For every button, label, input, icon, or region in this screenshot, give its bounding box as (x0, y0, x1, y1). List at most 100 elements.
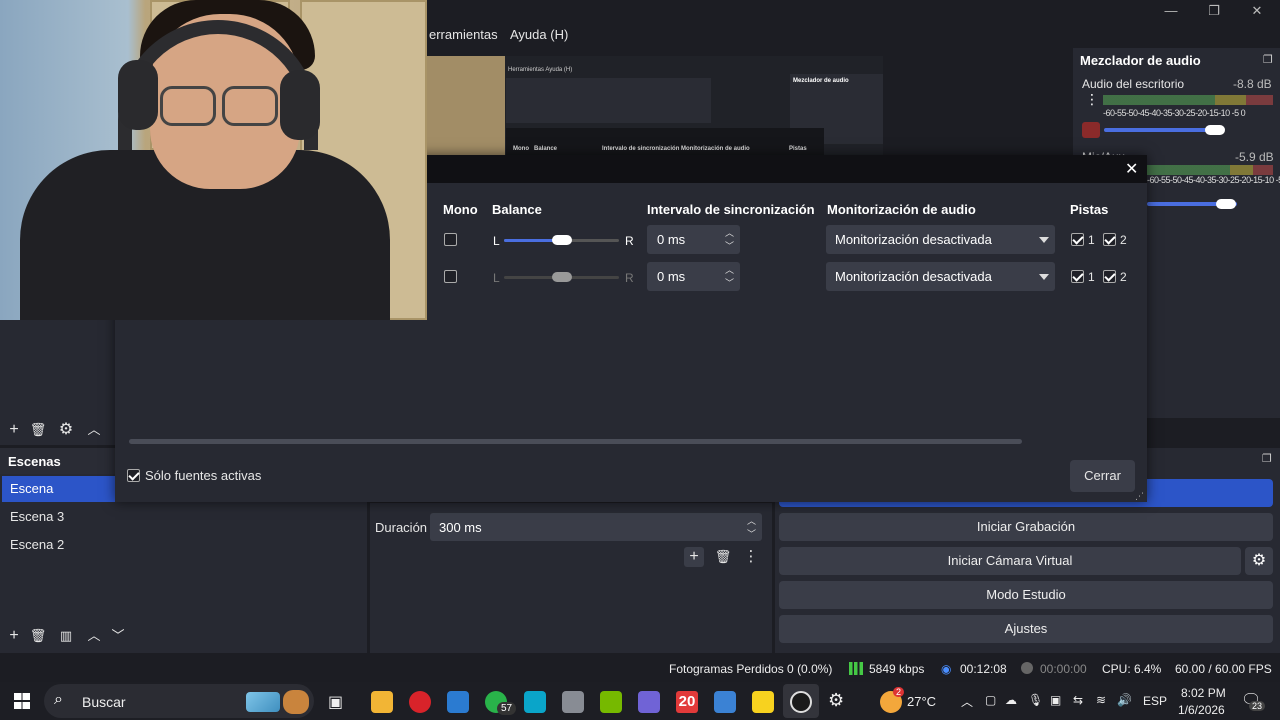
chevron-up-icon[interactable]: ︿ (84, 626, 104, 646)
search-placeholder: Buscar (82, 694, 126, 710)
only-active-sources-checkbox[interactable] (127, 469, 140, 482)
add-scene-icon[interactable]: + (4, 626, 24, 646)
horizontal-scrollbar[interactable] (129, 439, 1022, 444)
settings-gear-icon[interactable]: ⚙ (828, 690, 844, 711)
more-vertical-icon[interactable]: ⋮ (741, 547, 761, 567)
start-virtual-camera-button[interactable]: Iniciar Cámara Virtual (779, 547, 1241, 575)
monitoring-select[interactable]: Monitorización desactivada (826, 225, 1055, 254)
onedrive-icon[interactable]: ☁ (1005, 693, 1017, 707)
filter-icon[interactable]: ▥ (56, 626, 76, 646)
sync-offset-value: 0 ms (657, 232, 686, 247)
tray-chevron-up-icon[interactable]: ︿ (961, 693, 973, 710)
mute-icon[interactable] (1082, 122, 1100, 138)
dialog-close-icon[interactable]: ✕ (1125, 159, 1138, 179)
chevron-up-icon[interactable]: ︿ (84, 420, 104, 440)
preview-menu-text: Herramientas Ayuda (H) (508, 67, 573, 73)
duration-field[interactable]: 300 ms ︿ ﹀ (430, 513, 762, 541)
search-highlight-fruit[interactable] (283, 690, 309, 714)
language-indicator[interactable]: ESP (1143, 694, 1167, 708)
stepper-down-icon[interactable]: ﹀ (725, 239, 734, 252)
tray-device-icon[interactable]: ⇆ (1073, 693, 1083, 707)
add-transition-icon[interactable]: + (684, 547, 704, 567)
nvidia-icon[interactable] (600, 691, 622, 713)
start-recording-button[interactable]: Iniciar Grabación (779, 513, 1273, 541)
studio-mode-button[interactable]: Modo Estudio (779, 581, 1273, 609)
sticky-notes-icon[interactable] (752, 691, 774, 713)
balance-knob[interactable] (552, 272, 572, 282)
trash-icon[interactable]: 🗑 (28, 626, 48, 646)
preview-canvas[interactable]: Herramientas Ayuda (H) Mezclador de audi… (427, 56, 883, 156)
col-tracks: Pistas (1070, 202, 1109, 217)
mono-checkbox[interactable] (444, 233, 457, 246)
stepper-up-icon[interactable]: ︿ (725, 226, 734, 239)
close-button[interactable]: Cerrar (1070, 460, 1135, 492)
stepper-down-icon[interactable]: ﹀ (747, 527, 756, 540)
preview-col-tracks: Pistas (789, 146, 807, 152)
gamepad-icon[interactable] (638, 691, 660, 713)
stepper-up-icon[interactable]: ︿ (747, 514, 756, 527)
minimize-button[interactable]: — (1151, 2, 1191, 20)
scene-item[interactable]: Escena (2, 476, 115, 502)
opera-icon[interactable] (409, 691, 431, 713)
gear-icon[interactable]: ⚙ (56, 420, 76, 440)
tray-screen-icon[interactable]: ▣ (1050, 693, 1061, 707)
scene-item[interactable]: Escena 3 (2, 504, 365, 530)
wifi-icon[interactable]: ≋ (1096, 693, 1106, 707)
virtual-camera-settings-icon[interactable]: ⚙ (1245, 547, 1273, 575)
clock-date[interactable]: 1/6/2026 (1178, 703, 1225, 717)
preview-col-mono: Mono (513, 146, 529, 152)
dock-float-icon[interactable]: ❐ (1262, 452, 1272, 465)
menu-help[interactable]: Ayuda (H) (510, 27, 568, 42)
track-2-checkbox[interactable] (1103, 270, 1116, 283)
app-c-icon[interactable] (524, 691, 546, 713)
track-2-checkbox[interactable] (1103, 233, 1116, 246)
file-explorer-icon[interactable] (371, 691, 393, 713)
sync-offset-input[interactable]: 0 ms ︿ ﹀ (647, 225, 740, 254)
settings-button[interactable]: Ajustes (779, 615, 1273, 643)
volume-knob[interactable] (1216, 199, 1236, 209)
preview-mixer-title: Mezclador de audio (793, 78, 849, 84)
monitoring-value: Monitorización desactivada (835, 232, 992, 247)
store-icon[interactable] (447, 691, 469, 713)
app-window-icon[interactable] (714, 691, 736, 713)
duration-label: Duración (375, 520, 428, 535)
clock-time[interactable]: 8:02 PM (1181, 686, 1226, 700)
channel-meter (1147, 165, 1273, 175)
menu-tools[interactable]: erramientas (429, 27, 498, 42)
channel-menu-icon[interactable]: ⋮ (1085, 92, 1099, 106)
stepper-down-icon[interactable]: ﹀ (725, 276, 734, 289)
stream-time: 00:12:08 (960, 662, 1007, 676)
channel-name: Audio del escritorio (1082, 77, 1185, 91)
chevron-down-icon[interactable]: ﹀ (108, 626, 128, 646)
track-1-checkbox[interactable] (1071, 233, 1084, 246)
trash-icon[interactable]: 🗑 (713, 547, 733, 567)
trash-icon[interactable]: 🗑 (28, 420, 48, 440)
restore-button[interactable]: ❐ (1194, 2, 1234, 20)
windows-start-icon[interactable] (14, 693, 30, 709)
tray-app-icon[interactable]: ▢ (985, 693, 996, 707)
microphone-icon[interactable]: 🎙 (1028, 693, 1043, 707)
volume-knob[interactable] (1205, 125, 1225, 135)
preview-inner-screen (506, 78, 711, 123)
channel-db: -5.9 dB (1235, 150, 1274, 164)
add-icon[interactable]: + (4, 420, 24, 440)
task-view-icon[interactable]: ▣ (328, 692, 343, 712)
scene-item[interactable]: Escena 2 (2, 532, 365, 558)
app-20-icon[interactable]: 20 (676, 691, 698, 713)
monitoring-select[interactable]: Monitorización desactivada (826, 262, 1055, 291)
dock-float-icon[interactable]: ❐ (1263, 53, 1273, 66)
balance-knob[interactable] (552, 235, 572, 245)
stepper-up-icon[interactable]: ︿ (725, 263, 734, 276)
mono-checkbox[interactable] (444, 270, 457, 283)
preview-col-sync: Intervalo de sincronización (602, 146, 680, 152)
volume-icon[interactable]: 🔊 (1117, 693, 1132, 707)
search-highlight-image[interactable] (246, 692, 280, 712)
network-bars-icon (849, 662, 863, 675)
monitoring-value: Monitorización desactivada (835, 269, 992, 284)
window-close-button[interactable]: ✕ (1237, 2, 1277, 20)
app-folder-icon[interactable] (562, 691, 584, 713)
resize-grip-icon[interactable]: ⋰ (1135, 491, 1144, 502)
balance-left-label: L (493, 234, 500, 248)
track-1-checkbox[interactable] (1071, 270, 1084, 283)
sync-offset-input[interactable]: 0 ms ︿ ﹀ (647, 262, 740, 291)
